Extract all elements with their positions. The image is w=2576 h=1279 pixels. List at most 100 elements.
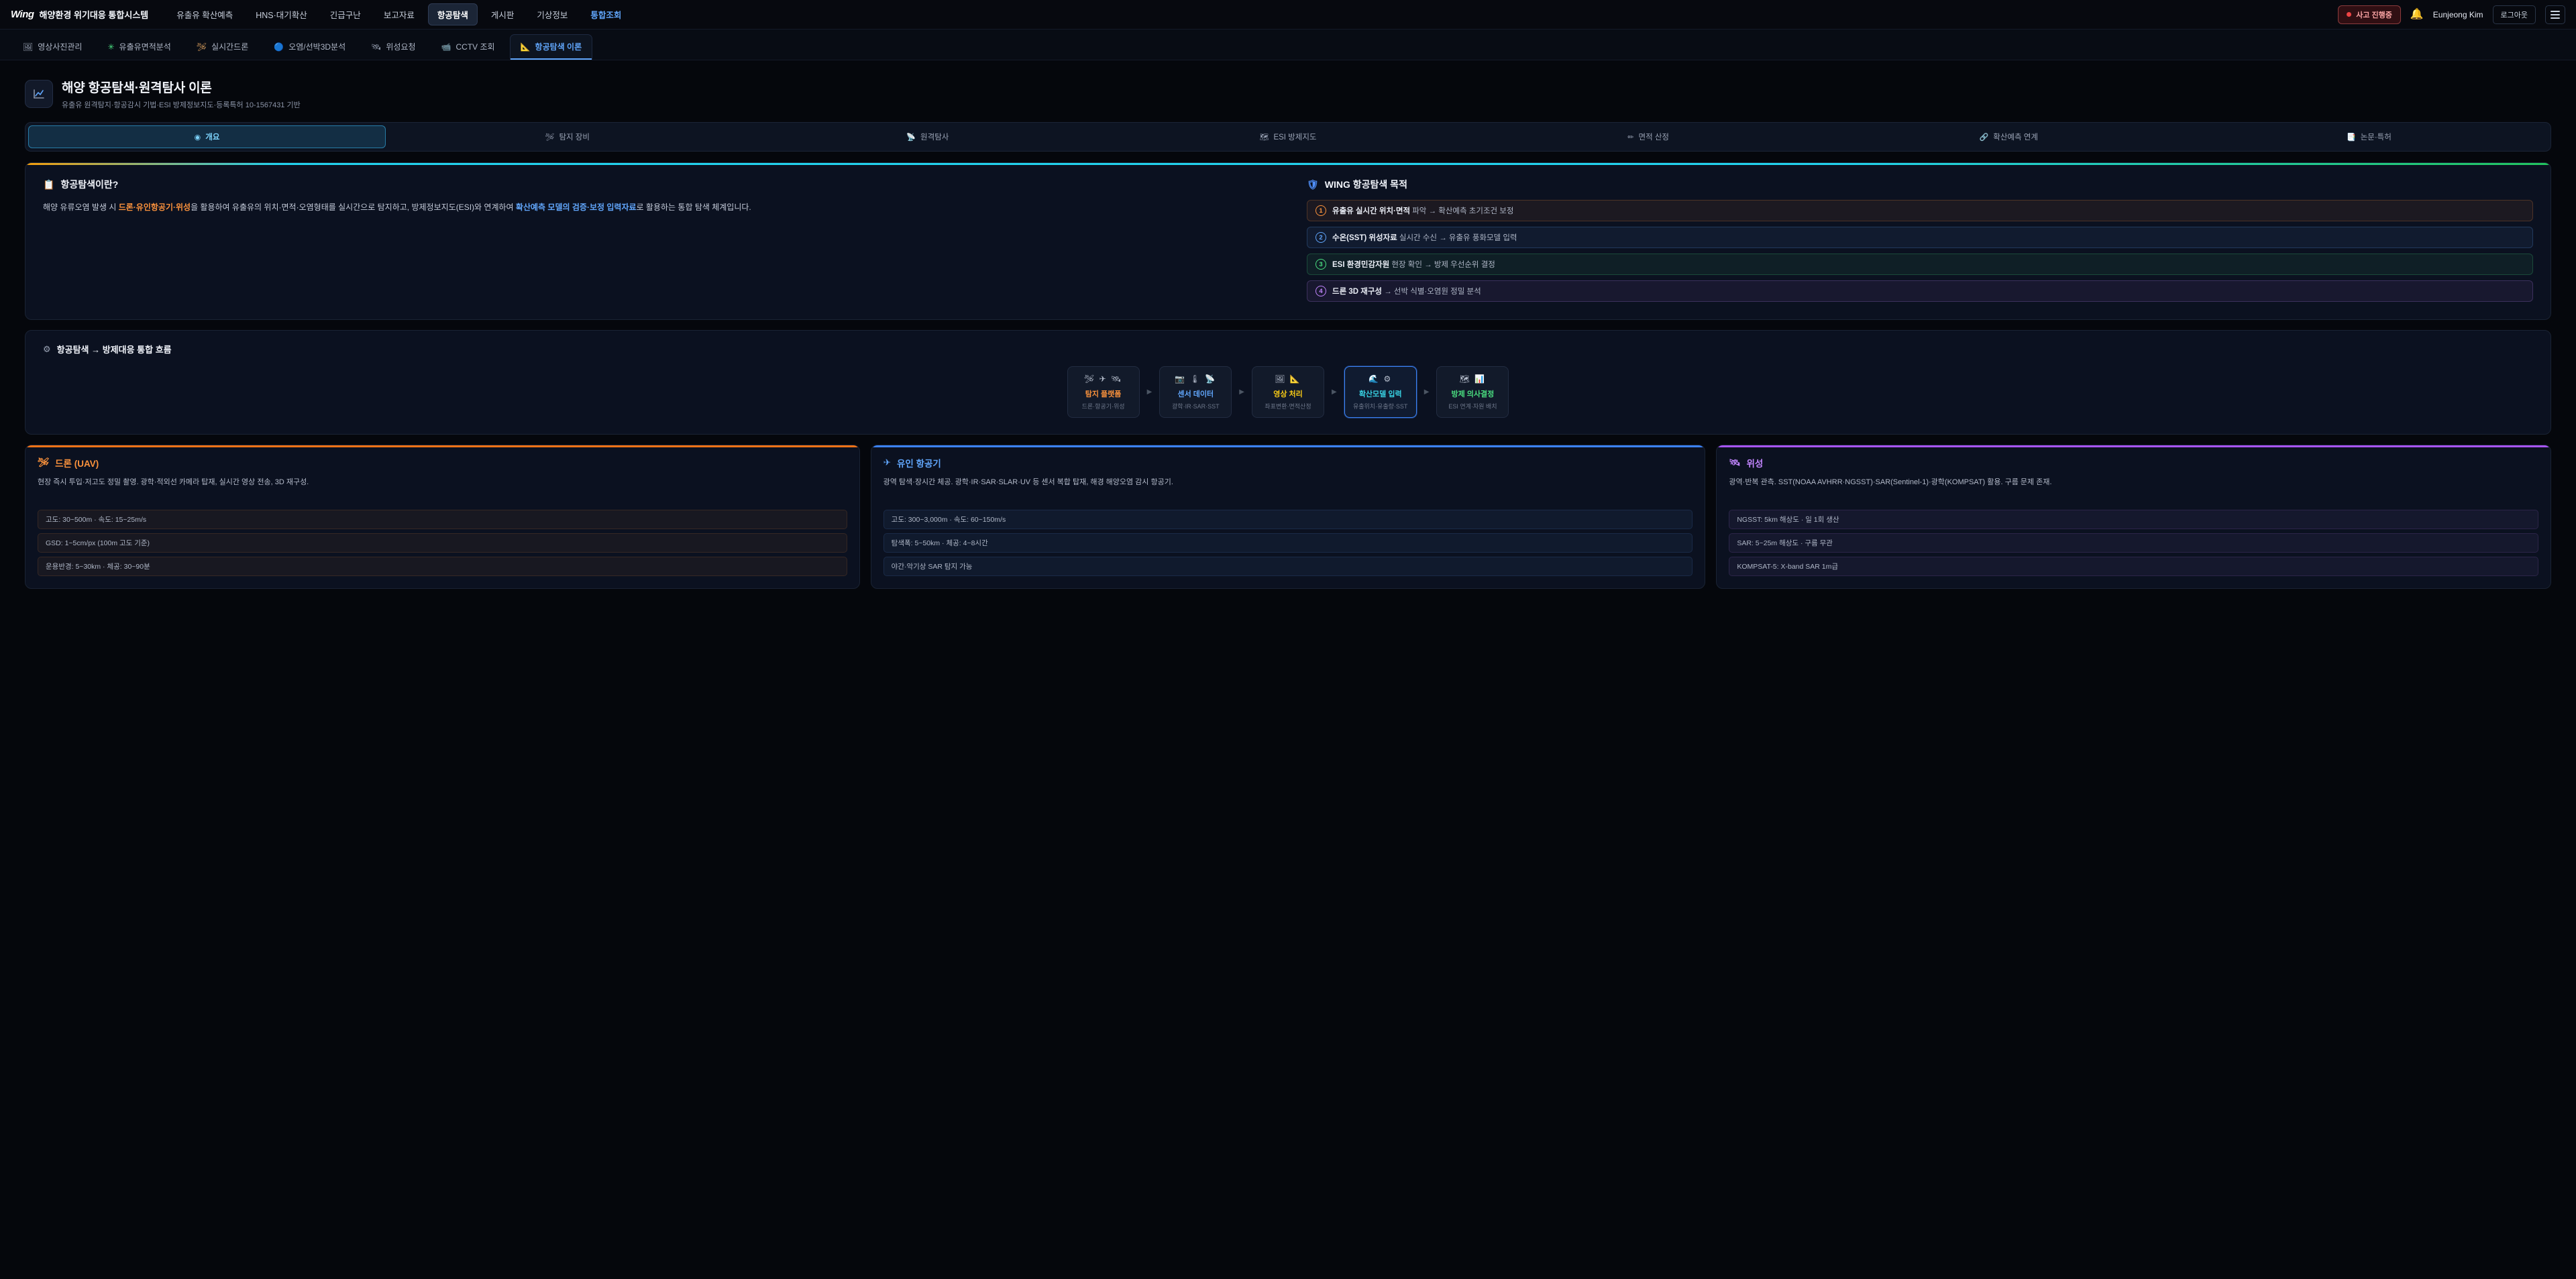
spec-row: GSD: 1~5cm/px (100m 고도 기준) (38, 533, 847, 553)
wing-purpose-section: 🛡 WING 항공탐색 목적 1 유출유 실시간 위치·면적 파악 → 확산예측… (1307, 178, 2533, 307)
tab-area-calculation[interactable]: ✏ 면적 산정 (1470, 125, 1827, 148)
spec-row: 고도: 300~3,000m · 속도: 60~150m/s (883, 510, 1693, 529)
highlight-model-input: 확산예측 모델의 검증·보정 입력자료 (516, 203, 637, 212)
number-badge: 3 (1316, 259, 1326, 270)
brand[interactable]: Wing 해양환경 위기대응 통합시스템 (11, 8, 148, 21)
nav-oil-spill-prediction[interactable]: 유출유 확산예측 (167, 3, 242, 25)
map-icon: 🗺 (1259, 133, 1269, 142)
number-badge: 1 (1316, 205, 1326, 216)
tab-detection-equipment[interactable]: 🛩 탐지 장비 (388, 125, 746, 148)
aircraft-description: 광역 탐색·장시간 체공. 광학·IR·SAR·SLAR·UV 등 센서 복합 … (883, 476, 1693, 502)
card-satellite: 🛰 위성 광역·반복 관측. SST(NOAA AVHRR·NGSST)·SAR… (1716, 445, 2551, 589)
flow-step-sensor-data: 📷 🌡 📡 센서 데이터 광학·IR·SAR·SST (1159, 366, 1232, 418)
overview-panel: 📋 항공탐색이란? 해양 유류오염 발생 시 드론·유인항공기·위성을 활용하여… (25, 162, 2551, 320)
page-chart-icon (25, 80, 53, 108)
section-tab-bar: ◉ 개요 🛩 탐지 장비 📡 원격탐사 🗺 ESI 방제지도 ✏ 면적 산정 🔗… (25, 122, 2551, 152)
spec-row: NGSST: 5km 해상도 · 일 1회 생산 (1729, 510, 2538, 529)
subtab-satellite-request[interactable]: 🛰 위성요청 (360, 34, 426, 60)
image-icon: 🖼 (23, 42, 33, 52)
flow-step-model-input: 🌊 ⚙ 확산모델 입력 유출위치·유출량·SST (1344, 366, 1417, 418)
theory-chart-icon: 📐 (521, 42, 531, 52)
card-manned-aircraft: ✈ 유인 항공기 광역 탐색·장시간 체공. 광학·IR·SAR·SLAR·UV… (871, 445, 1706, 589)
spec-row: KOMPSAT-5: X-band SAR 1m급 (1729, 557, 2538, 576)
purpose-item: 2 수온(SST) 위성자료 실시간 수신 → 유출유 풍화모델 입력 (1307, 227, 2533, 248)
flow-arrow-icon: ▶ (1424, 388, 1430, 396)
what-section-title: 항공탐색이란? (60, 178, 118, 191)
subtab-pollution-ship-3d[interactable]: 🔵 오염/선박3D분석 (263, 34, 356, 60)
platform-icons: 🛩 ✈ 🛰 (1073, 374, 1134, 384)
main-nav: 유출유 확산예측 HNS·대기확산 긴급구난 보고자료 항공탐색 게시판 기상정… (167, 3, 631, 25)
satellite-description: 광역·반복 관측. SST(NOAA AVHRR·NGSST)·SAR(Sent… (1729, 476, 2538, 502)
pencil-icon: ✏ (1627, 133, 1633, 142)
page-title: 해양 항공탐색·원격탐사 이론 (62, 78, 301, 96)
satellite-icon: 🛰 (1729, 457, 1740, 468)
what-is-aerial-search-section: 📋 항공탐색이란? 해양 유류오염 발생 시 드론·유인항공기·위성을 활용하여… (43, 178, 1269, 307)
spec-row: 탐색폭: 5~50km · 체공: 4~8시간 (883, 533, 1693, 553)
tab-remote-sensing[interactable]: 📡 원격탐사 (749, 125, 1106, 148)
nav-integrated-search[interactable]: 통합조회 (581, 3, 631, 25)
subtab-image-photo-management[interactable]: 🖼 영상사진관리 (12, 34, 93, 60)
subnav: 🖼 영상사진관리 ✳ 유출유면적분석 🛩 실시간드론 🔵 오염/선박3D분석 🛰… (0, 30, 2576, 60)
tab-papers-patents[interactable]: 📑 논문·특허 (2190, 125, 2548, 148)
radar-icon: 📡 (906, 133, 916, 142)
card-drone-uav: 🛩 드론 (UAV) 현장 즉시 투입·저고도 정밀 촬영. 광학·적외선 카메… (25, 445, 860, 589)
brand-title: 해양환경 위기대응 통합시스템 (40, 8, 149, 21)
shield-icon: 🛡 (1307, 179, 1319, 190)
purpose-item: 4 드론 3D 재구성 → 선박 식별·오염원 정밀 분석 (1307, 280, 2533, 302)
drone-icon: 🛩 (197, 42, 207, 52)
spec-row: SAR: 5~25m 해상도 · 구름 무관 (1729, 533, 2538, 553)
purpose-item: 3 ESI 환경민감자원 현장 확인 → 방제 우선순위 결정 (1307, 254, 2533, 275)
aircraft-icon: 🛩 (545, 133, 554, 142)
highlight-platforms: 드론·유인항공기·위성 (119, 203, 191, 212)
purpose-section-title: WING 항공탐색 목적 (1325, 178, 1407, 191)
spec-row: 운용반경: 5~30km · 체공: 30~90분 (38, 557, 847, 576)
nav-board[interactable]: 게시판 (482, 3, 524, 25)
decision-icons: 🗺 📊 (1442, 374, 1503, 384)
tab-overview[interactable]: ◉ 개요 (28, 125, 386, 148)
subtab-realtime-drone[interactable]: 🛩 실시간드론 (186, 34, 259, 60)
incident-status-badge: 사고 진행중 (2338, 5, 2401, 24)
nav-weather-info[interactable]: 기상정보 (527, 3, 577, 25)
sensor-icons: 📷 🌡 📡 (1165, 374, 1226, 384)
flow-step-response-decision: 🗺 📊 방제 의사결정 ESI 연계·자원 배치 (1436, 366, 1509, 418)
flow-arrow-icon: ▶ (1332, 388, 1337, 396)
tab-prediction-link[interactable]: 🔗 확산예측 연계 (1830, 125, 2188, 148)
nav-hns-atmospheric[interactable]: HNS·대기확산 (246, 3, 317, 25)
overview-icon: ◉ (195, 133, 201, 142)
subtab-oil-area-analysis[interactable]: ✳ 유출유면적분석 (97, 34, 181, 60)
page-header: 해양 항공탐색·원격탐사 이론 유출유 원격탐지·항공감시 기법·ESI 방제정… (25, 78, 2551, 110)
subtab-aerial-search-theory[interactable]: 📐 항공탐색 이론 (510, 34, 593, 60)
link-icon: 🔗 (1980, 133, 1989, 142)
cctv-camera-icon: 📹 (441, 42, 451, 52)
nav-aerial-search[interactable]: 항공탐색 (428, 3, 478, 25)
page-subtitle: 유출유 원격탐지·항공감시 기법·ESI 방제정보지도·등록특허 10-1567… (62, 99, 301, 110)
aircraft-icon: ✈ (883, 457, 891, 468)
flow-section-title: 항공탐색 → 방제대응 통합 흐름 (57, 343, 172, 355)
drone-description: 현장 즉시 투입·저고도 정밀 촬영. 광학·적외선 카메라 탑재, 실시간 영… (38, 476, 847, 502)
incident-dot-icon (2347, 12, 2351, 17)
incident-badge-label: 사고 진행중 (2356, 9, 2392, 20)
flow-arrow-icon: ▶ (1239, 388, 1244, 396)
flow-panel: ⚙ 항공탐색 → 방제대응 통합 흐름 🛩 ✈ 🛰 탐지 플랫폼 드론·항공기·… (25, 330, 2551, 435)
flow-step-detection-platform: 🛩 ✈ 🛰 탐지 플랫폼 드론·항공기·위성 (1067, 366, 1140, 418)
model-icons: 🌊 ⚙ (1350, 374, 1411, 384)
subtab-cctv[interactable]: 📹 CCTV 조회 (431, 34, 506, 60)
user-name: Eunjeong Kim (2433, 10, 2483, 19)
nav-emergency-rescue[interactable]: 긴급구난 (321, 3, 370, 25)
nav-reports[interactable]: 보고자료 (374, 3, 424, 25)
flow-step-image-processing: 🖼 📐 영상 처리 좌표변환·면적산정 (1252, 366, 1324, 418)
number-badge: 2 (1316, 232, 1326, 243)
intro-paragraph: 해양 유류오염 발생 시 드론·유인항공기·위성을 활용하여 유출유의 위치·면… (43, 200, 1269, 215)
processing-icons: 🖼 📐 (1258, 374, 1318, 384)
brand-logo: Wing (11, 9, 34, 20)
clipboard-icon: 📋 (43, 179, 54, 190)
hamburger-menu-icon[interactable] (2545, 5, 2565, 24)
notification-bell-icon[interactable]: 🔔 (2410, 9, 2424, 20)
flow-diagram: 🛩 ✈ 🛰 탐지 플랫폼 드론·항공기·위성 ▶ 📷 🌡 📡 센서 데이터 광학… (43, 366, 2533, 418)
sphere-3d-icon: 🔵 (274, 42, 284, 52)
tab-esi-map[interactable]: 🗺 ESI 방제지도 (1109, 125, 1466, 148)
logout-button[interactable]: 로그아웃 (2493, 5, 2536, 24)
number-badge: 4 (1316, 286, 1326, 296)
spec-row: 고도: 30~500m · 속도: 15~25m/s (38, 510, 847, 529)
purpose-item: 1 유출유 실시간 위치·면적 파악 → 확산예측 초기조건 보정 (1307, 200, 2533, 221)
